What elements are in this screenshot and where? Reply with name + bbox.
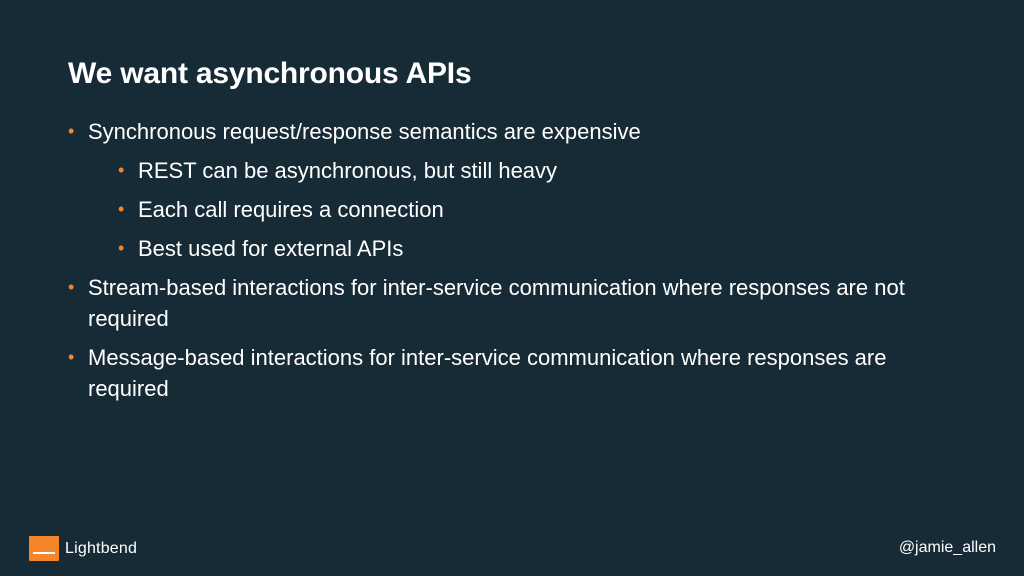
- bullet-list: • Synchronous request/response semantics…: [68, 116, 968, 412]
- bullet-text: Synchronous request/response semantics a…: [88, 119, 641, 144]
- bullet-text: Message-based interactions for inter-ser…: [88, 345, 887, 401]
- bullet-text: Stream-based interactions for inter-serv…: [88, 275, 905, 331]
- bullet-item: • Stream-based interactions for inter-se…: [68, 272, 968, 334]
- lightbend-logo-icon: [29, 536, 59, 561]
- bullet-text: Best used for external APIs: [138, 236, 404, 261]
- bullet-text: REST can be asynchronous, but still heav…: [138, 158, 558, 183]
- lightbend-logo: Lightbend: [29, 536, 137, 561]
- slide: We want asynchronous APIs • Synchronous …: [0, 0, 1024, 576]
- slide-title: We want asynchronous APIs: [68, 57, 472, 90]
- bullet-dot-icon: •: [118, 160, 125, 180]
- bullet-dot-icon: •: [68, 347, 75, 367]
- sub-bullet-item: • Best used for external APIs: [118, 233, 968, 264]
- bullet-text: Each call requires a connection: [138, 197, 444, 222]
- logo-text: Lightbend: [65, 539, 138, 557]
- sub-bullet-item: • REST can be asynchronous, but still he…: [118, 155, 968, 186]
- author-handle: @jamie_allen: [898, 539, 996, 556]
- bullet-dot-icon: •: [118, 238, 125, 258]
- bullet-item: • Message-based interactions for inter-s…: [68, 342, 968, 404]
- bullet-dot-icon: •: [68, 277, 75, 297]
- bullet-dot-icon: •: [68, 121, 75, 141]
- bullet-item: • Synchronous request/response semantics…: [68, 116, 968, 147]
- sub-bullet-item: • Each call requires a connection: [118, 194, 968, 225]
- bullet-dot-icon: •: [118, 199, 125, 219]
